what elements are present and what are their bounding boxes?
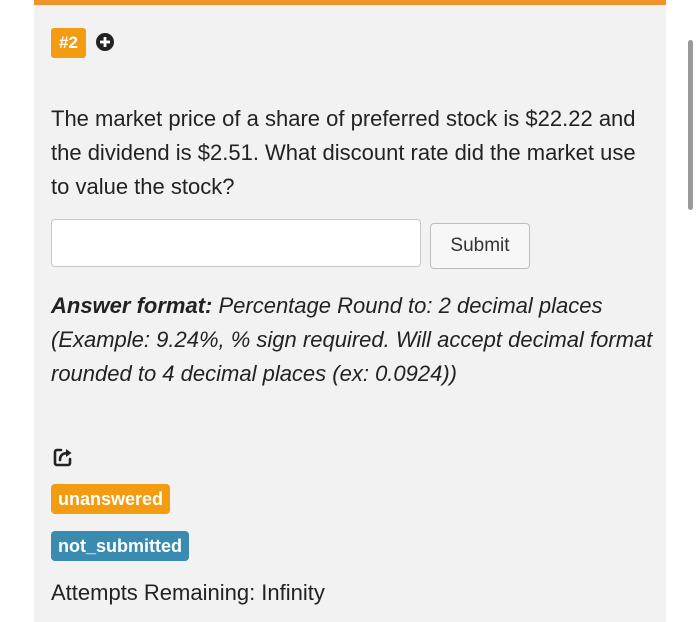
- question-number-badge: #2: [51, 28, 86, 58]
- submission-status-badge: not_submitted: [51, 531, 189, 561]
- attempts-remaining: Attempts Remaining: Infinity: [51, 580, 325, 605]
- question-card: #2 The market price of a share of prefer…: [34, 0, 666, 622]
- submit-button[interactable]: Submit: [430, 223, 530, 269]
- question-text: The market price of a share of preferred…: [51, 106, 636, 199]
- share-icon[interactable]: [52, 446, 74, 468]
- answer-input[interactable]: [51, 219, 421, 267]
- answer-format-label: Answer format:: [51, 293, 213, 318]
- plus-circle-icon[interactable]: [95, 32, 115, 52]
- answer-format: Answer format: Percentage Round to: 2 de…: [51, 289, 661, 391]
- scrollbar[interactable]: [688, 40, 693, 210]
- answer-status-badge: unanswered: [51, 484, 171, 514]
